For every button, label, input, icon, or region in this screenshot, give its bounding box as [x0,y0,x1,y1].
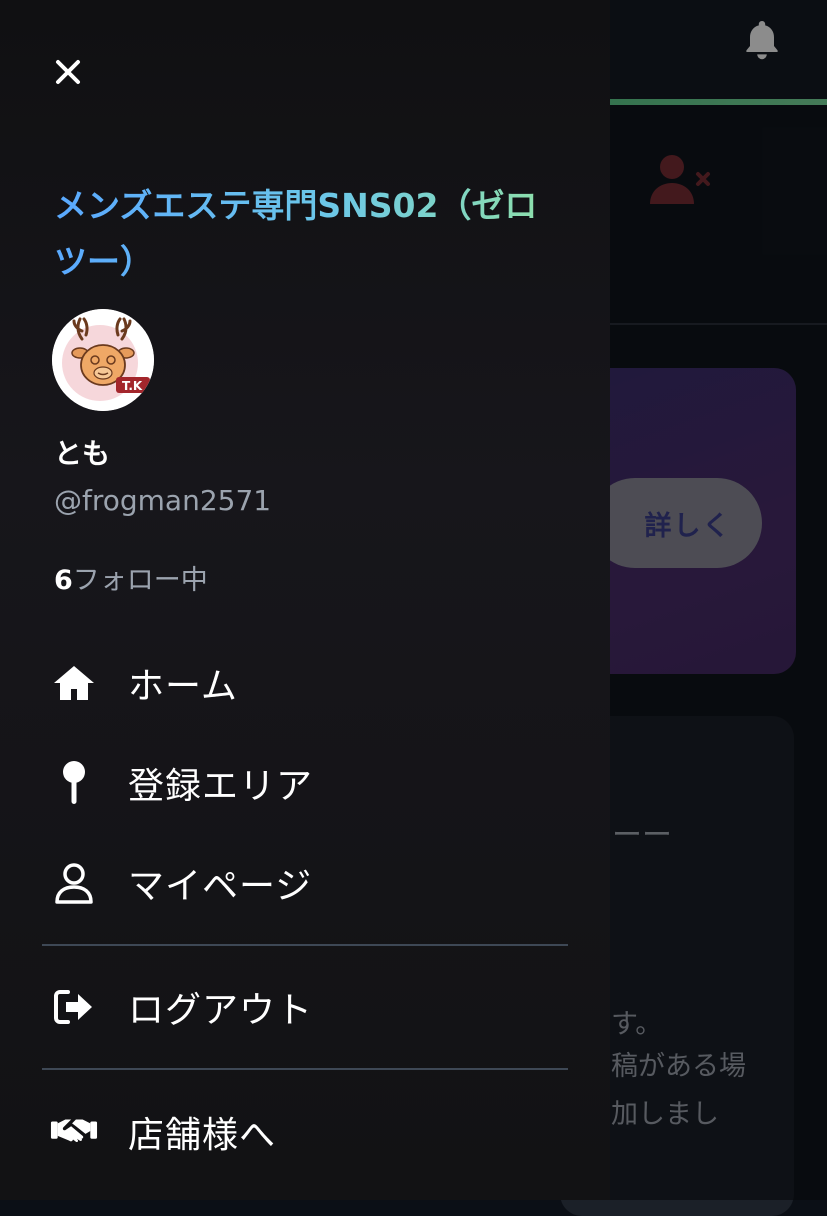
menu-item-label: 登録エリア [128,766,314,807]
user-icon [50,859,98,907]
user-handle: @frogman2571 [54,484,272,517]
menu-item-label: 店舗様へ [128,1115,277,1156]
menu-item-area[interactable]: 登録エリア [50,753,313,813]
home-icon [50,659,98,707]
drawer-scrim[interactable] [600,0,827,1200]
user-display-name: とも [54,437,111,470]
avatar[interactable]: T.K [52,309,154,411]
following-count[interactable]: 6フォロー中 [54,558,208,597]
menu-item-home[interactable]: ホーム [50,653,238,713]
following-count-label: フォロー中 [72,565,208,596]
map-pin-icon [50,759,98,807]
menu-item-logout[interactable]: ログアウト [50,977,313,1037]
svg-text:T.K: T.K [122,379,143,393]
menu-item-label: ログアウト [128,990,314,1031]
menu-item-label: マイページ [128,866,313,907]
menu-divider [42,944,568,946]
menu-item-store[interactable]: 店舗様へ [50,1102,276,1162]
menu-divider [42,1068,568,1070]
close-icon[interactable] [50,54,86,90]
logout-icon [50,983,98,1031]
navigation-drawer: メンズエステ専門SNS02（ゼロツー） T.K とも @frogman2571 … [0,0,610,1200]
site-title: メンズエステ専門SNS02（ゼロツー） [54,178,554,290]
menu-item-mypage[interactable]: マイページ [50,853,312,913]
following-count-value: 6 [54,565,73,596]
handshake-icon [50,1108,98,1156]
menu-item-label: ホーム [128,666,238,707]
deer-avatar-icon: T.K [52,309,154,411]
